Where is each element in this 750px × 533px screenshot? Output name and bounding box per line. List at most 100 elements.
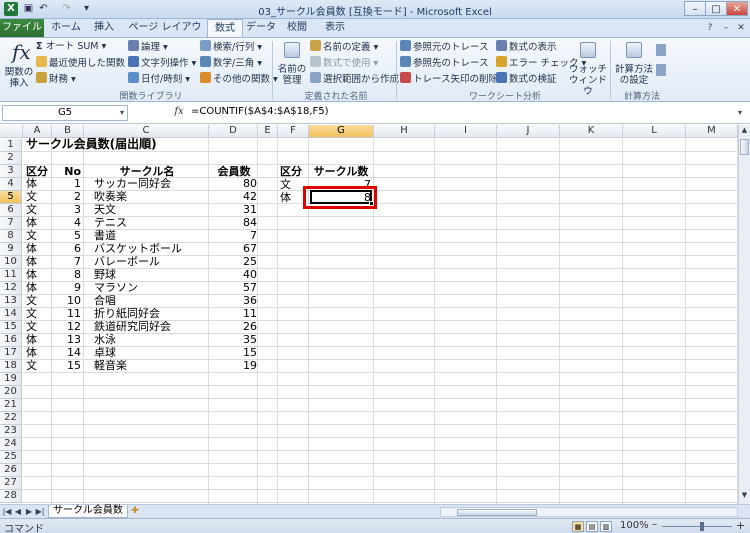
select-all-corner[interactable] [0, 125, 23, 138]
use-in-formula-button[interactable]: 数式で使用 ▾ [310, 56, 378, 71]
row-header-2[interactable]: 2 [0, 152, 22, 165]
sheet-tab[interactable]: サークル会員数 [48, 505, 128, 518]
row-header-18[interactable]: 18 [0, 360, 22, 373]
column-header-k[interactable]: K [560, 125, 623, 138]
more-functions-button[interactable]: その他の関数 ▾ [200, 72, 278, 87]
autosum-button[interactable]: Σ オート SUM ▾ [36, 40, 106, 54]
row-header-24[interactable]: 24 [0, 438, 22, 451]
vertical-scrollbar[interactable]: ▲ ▼ [738, 125, 750, 504]
row-header-25[interactable]: 25 [0, 451, 22, 464]
tab-page-layout[interactable]: ページ レイアウト [124, 19, 206, 50]
lookup-button[interactable]: 検索/行列 ▾ [200, 40, 262, 55]
column-header-m[interactable]: M [686, 125, 738, 138]
row-header-17[interactable]: 17 [0, 347, 22, 360]
zoom-out-icon[interactable]: – [652, 519, 657, 530]
data-cell-members[interactable]: 19 [209, 358, 259, 374]
name-box-dropdown-icon[interactable]: ▾ [120, 108, 124, 117]
prev-sheet-icon[interactable]: ◀ [13, 506, 23, 517]
column-header-f[interactable]: F [278, 125, 309, 138]
row-header-12[interactable]: 12 [0, 282, 22, 295]
text-functions-button[interactable]: 文字列操作 ▾ [128, 56, 196, 71]
horizontal-scroll-thumb[interactable] [457, 509, 537, 516]
column-header-l[interactable]: L [623, 125, 686, 138]
tab-view[interactable]: 表示 [318, 19, 352, 37]
math-button[interactable]: 数学/三角 ▾ [200, 56, 262, 71]
remove-arrows-button[interactable]: トレース矢印の削除 ▾ [400, 72, 506, 87]
tab-file[interactable]: ファイル [0, 19, 44, 37]
tab-data[interactable]: データ [244, 19, 278, 37]
watch-window-button[interactable]: ウォッチ ウィンドウ [568, 40, 608, 97]
summary-kubun-cell[interactable]: 体 [278, 190, 293, 206]
page-layout-view-icon[interactable]: ▤ [586, 521, 598, 532]
next-sheet-icon[interactable]: ▶ [24, 506, 34, 517]
data-cell-no[interactable]: 15 [52, 358, 83, 374]
page-break-view-icon[interactable]: ▥ [600, 521, 612, 532]
create-from-selection-button[interactable]: 選択範囲から作成 [310, 72, 399, 87]
scroll-down-icon[interactable]: ▼ [740, 491, 749, 502]
last-sheet-icon[interactable]: ▶| [35, 506, 45, 517]
ribbon-minimize-icon[interactable]: – [720, 22, 732, 34]
insert-function-button[interactable]: fx 関数の 挿入 [4, 40, 34, 89]
column-header-g[interactable]: G [309, 125, 374, 138]
row-header-22[interactable]: 22 [0, 412, 22, 425]
minimize-button[interactable]: – [684, 1, 706, 16]
trace-dependents-button[interactable]: 参照先のトレース [400, 56, 489, 71]
data-cell-circle[interactable]: 軽音楽 [92, 358, 208, 374]
calc-sheet-icon[interactable] [656, 64, 666, 76]
formula-input[interactable]: =COUNTIF($A$4:$A$18,F5) [188, 105, 733, 121]
column-header-j[interactable]: J [497, 125, 560, 138]
tab-insert[interactable]: 挿入 [86, 19, 122, 37]
name-manager-button[interactable]: 名前の 管理 [276, 40, 308, 88]
row-header-26[interactable]: 26 [0, 464, 22, 477]
zoom-slider-thumb[interactable] [700, 522, 704, 531]
row-header-19[interactable]: 19 [0, 373, 22, 386]
row-header-27[interactable]: 27 [0, 477, 22, 490]
column-header-d[interactable]: D [209, 125, 258, 138]
normal-view-icon[interactable]: ▦ [572, 521, 584, 532]
name-box[interactable]: G5 [2, 105, 128, 121]
define-name-button[interactable]: 名前の定義 ▾ [310, 40, 378, 55]
horizontal-scrollbar[interactable] [440, 507, 738, 517]
workbook-close-icon[interactable]: ✕ [735, 22, 747, 34]
data-cell-kubun[interactable]: 文 [24, 358, 39, 374]
tab-home[interactable]: ホーム [46, 19, 86, 37]
calc-now-icon[interactable] [656, 44, 666, 56]
scroll-up-icon[interactable]: ▲ [740, 126, 749, 137]
datetime-button[interactable]: 日付/時刻 ▾ [128, 72, 190, 87]
first-sheet-icon[interactable]: |◀ [2, 506, 12, 517]
worksheet-grid[interactable]: ABCDEFGHIJKLMN 1234567891011121314151617… [0, 125, 738, 504]
zoom-slider[interactable] [662, 526, 732, 527]
row-header-5[interactable]: 5 [0, 191, 22, 204]
row-header-8[interactable]: 8 [0, 230, 22, 243]
row-header-21[interactable]: 21 [0, 399, 22, 412]
calc-options-button[interactable]: 計算方法 の設定 [614, 40, 654, 88]
row-header-15[interactable]: 15 [0, 321, 22, 334]
financial-button[interactable]: 財務 ▾ [36, 72, 76, 87]
column-header-i[interactable]: I [435, 125, 497, 138]
trace-precedents-button[interactable]: 参照元のトレース [400, 40, 489, 55]
row-header-14[interactable]: 14 [0, 308, 22, 321]
row-header-10[interactable]: 10 [0, 256, 22, 269]
column-header-e[interactable]: E [258, 125, 278, 138]
row-header-13[interactable]: 13 [0, 295, 22, 308]
vertical-scroll-thumb[interactable] [740, 139, 749, 155]
zoom-in-icon[interactable]: + [736, 519, 745, 532]
help-icon[interactable]: ? [704, 22, 716, 34]
row-header-4[interactable]: 4 [0, 178, 22, 191]
row-header-6[interactable]: 6 [0, 204, 22, 217]
expand-formula-bar-icon[interactable]: ▾ [738, 108, 742, 117]
zoom-level[interactable]: 100% [620, 520, 649, 531]
logical-button[interactable]: 論理 ▾ [128, 40, 168, 55]
insert-function-fx-icon[interactable]: fx [172, 106, 186, 120]
row-header-11[interactable]: 11 [0, 269, 22, 282]
maximize-button[interactable]: □ [705, 1, 727, 16]
recent-functions-button[interactable]: 最近使用した関数 ▾ [36, 56, 133, 71]
row-header-16[interactable]: 16 [0, 334, 22, 347]
row-header-9[interactable]: 9 [0, 243, 22, 256]
row-header-1[interactable]: 1 [0, 139, 22, 152]
row-header-7[interactable]: 7 [0, 217, 22, 230]
column-header-h[interactable]: H [374, 125, 435, 138]
row-header-28[interactable]: 28 [0, 490, 22, 503]
row-header-20[interactable]: 20 [0, 386, 22, 399]
evaluate-formula-button[interactable]: 数式の検証 [496, 72, 557, 87]
